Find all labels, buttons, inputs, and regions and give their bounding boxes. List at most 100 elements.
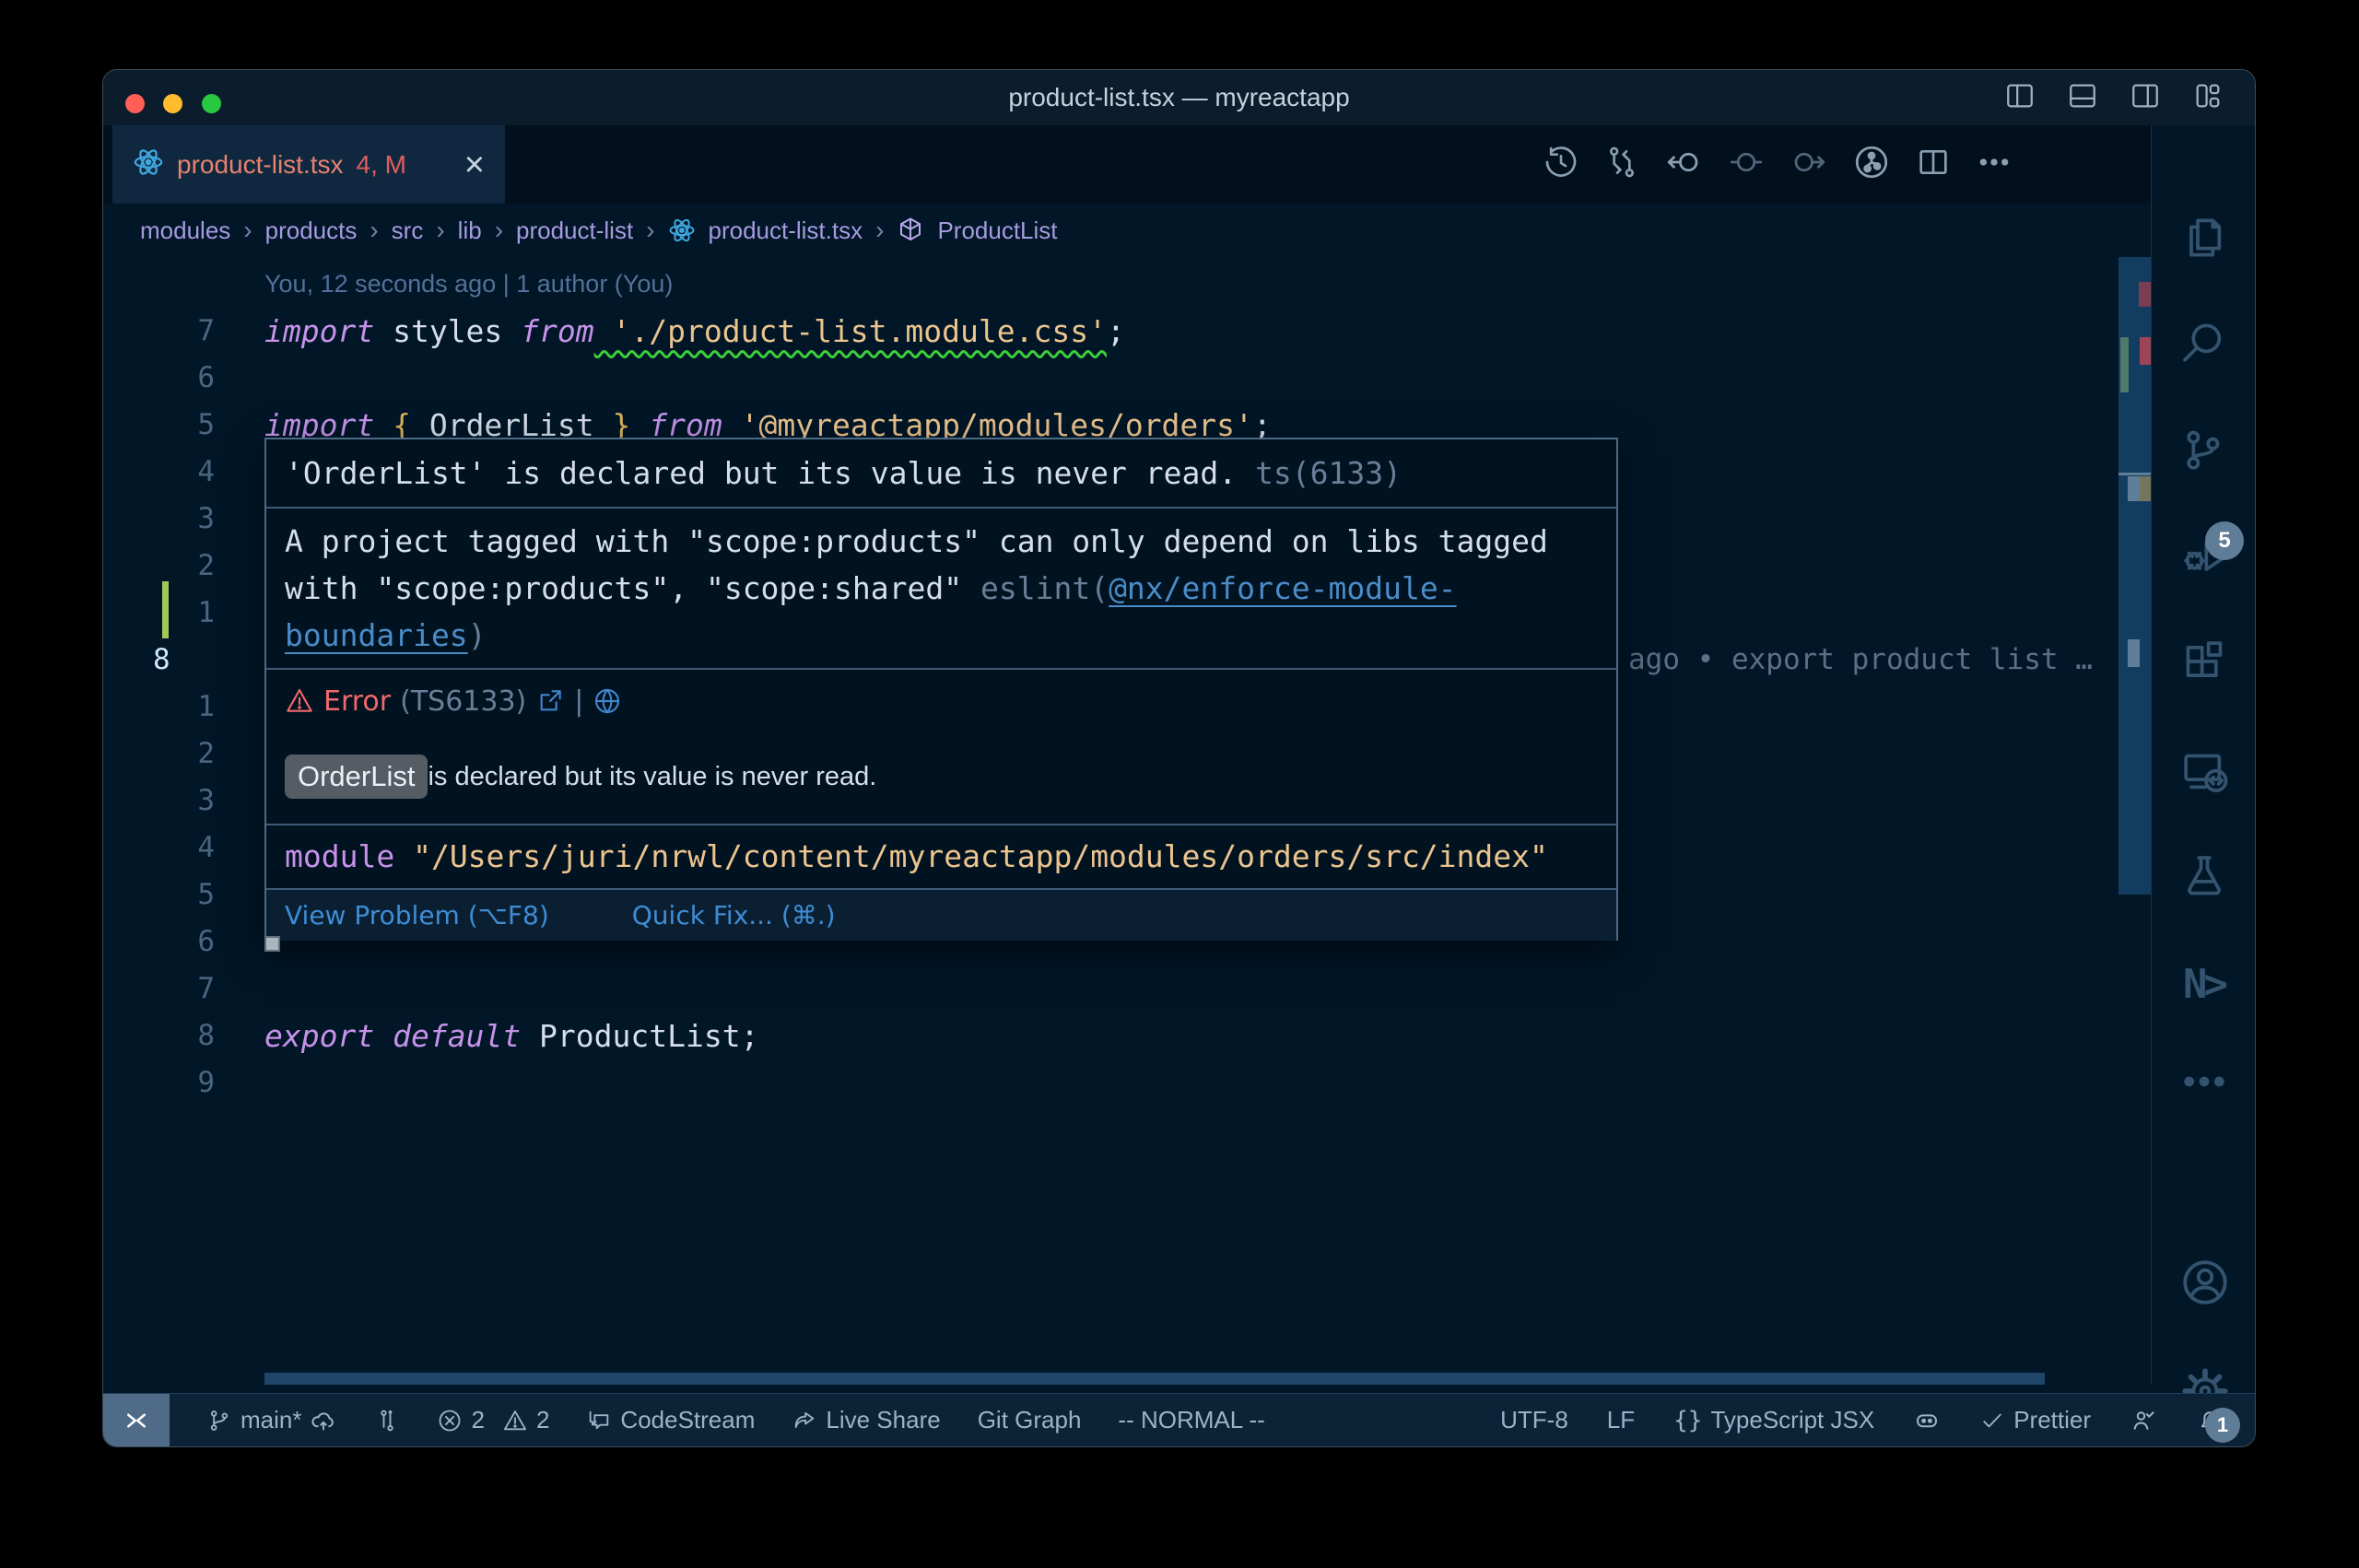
codestream-label: CodeStream xyxy=(620,1406,755,1434)
tab-close-icon[interactable]: × xyxy=(464,147,485,182)
codestream-item[interactable]: CodeStream xyxy=(586,1406,755,1434)
problems-indicator[interactable]: 2 2 xyxy=(437,1406,549,1434)
toggle-secondary-sidebar-icon[interactable] xyxy=(2130,80,2161,116)
toggle-primary-sidebar-icon[interactable] xyxy=(2004,80,2036,116)
feedback-item[interactable] xyxy=(2130,1407,2157,1434)
chevron-right-icon: › xyxy=(495,216,503,245)
open-external-icon[interactable] xyxy=(535,686,565,716)
line-number: 1 xyxy=(103,590,215,637)
remote-indicator[interactable] xyxy=(103,1394,170,1446)
eslint-diagnostic-row: A project tagged with "scope:products" c… xyxy=(266,507,1616,668)
navigate-back-icon[interactable] xyxy=(1664,143,1703,186)
line-number: 5 xyxy=(103,402,215,449)
separator: | xyxy=(574,685,583,718)
breadcrumb-item[interactable]: src xyxy=(392,216,424,245)
extensions-icon[interactable] xyxy=(2178,636,2230,687)
line-number: 9 xyxy=(103,1059,215,1106)
line-number: 4 xyxy=(103,825,215,872)
prettier-indicator[interactable]: Prettier xyxy=(1979,1406,2091,1434)
check-icon xyxy=(1979,1408,2005,1433)
line-number: 2 xyxy=(103,731,215,778)
git-graph-circle-icon[interactable] xyxy=(1852,143,1891,186)
semicolon: ; xyxy=(1107,313,1125,349)
remote-explorer-icon[interactable] xyxy=(2178,746,2230,798)
popup-resize-handle[interactable] xyxy=(264,936,280,952)
error-description: is declared but its value is never read. xyxy=(428,762,876,792)
chevron-right-icon: › xyxy=(646,216,654,245)
language-indicator[interactable]: {} TypeScript JSX xyxy=(1673,1406,1874,1434)
search-icon[interactable] xyxy=(2178,317,2230,369)
compare-changes-icon[interactable] xyxy=(1603,144,1640,185)
copilot-indicator[interactable] xyxy=(1913,1407,1941,1434)
testing-beaker-icon[interactable] xyxy=(2178,850,2230,902)
pipeline-indicator[interactable] xyxy=(374,1408,400,1433)
line-number: 1 xyxy=(103,684,215,731)
error-detail-section: Error (TS6133) | OrderList is declared b… xyxy=(266,668,1616,824)
branch-name: main* xyxy=(241,1406,301,1434)
braces-icon: {} xyxy=(1673,1407,1702,1434)
tab-bar: product-list.tsx 4, M × xyxy=(103,125,2151,204)
vertical-scrollbar[interactable] xyxy=(2118,257,2151,1373)
nx-console-icon[interactable]: N> xyxy=(2178,959,2230,1011)
source-control-icon[interactable] xyxy=(2178,427,2230,478)
activity-bar: 5 N> 1 xyxy=(2151,125,2256,1385)
error-label: Error xyxy=(323,685,391,718)
overview-warning-mark xyxy=(2140,476,2151,501)
eslint-rule-link[interactable]: @nx/enforce-module- xyxy=(1109,570,1457,606)
ts-diagnostic-message: 'OrderList' is declared but its value is… xyxy=(285,455,1237,491)
line-number: 7 xyxy=(103,308,215,355)
git-graph-item[interactable]: Git Graph xyxy=(978,1406,1082,1434)
eol-indicator[interactable]: LF xyxy=(1607,1406,1635,1434)
breadcrumb-item[interactable]: modules xyxy=(140,216,230,245)
chevron-right-icon: › xyxy=(370,216,378,245)
problem-hover-popup: 'OrderList' is declared but its value is… xyxy=(264,438,1618,941)
eslint-rule-link[interactable]: boundaries xyxy=(285,617,468,653)
tab-product-list[interactable]: product-list.tsx 4, M × xyxy=(112,125,505,204)
language-label: TypeScript JSX xyxy=(1710,1406,1874,1434)
view-problem-link[interactable]: View Problem (⌥F8) xyxy=(285,900,549,930)
breadcrumb-item[interactable]: product-list.tsx xyxy=(709,216,863,245)
code-line-export: export default ProductList; xyxy=(264,1012,758,1059)
breadcrumb-item[interactable]: products xyxy=(265,216,358,245)
vim-mode-indicator: -- NORMAL -- xyxy=(1118,1406,1264,1434)
explorer-icon[interactable] xyxy=(2178,212,2230,263)
source-control-badge: 5 xyxy=(2205,521,2244,560)
identifier-styles: styles xyxy=(374,313,521,349)
horizontal-scrollbar[interactable] xyxy=(264,1373,2045,1385)
tab-problems-badge: 4, M xyxy=(357,150,406,180)
quick-fix-link[interactable]: Quick Fix... (⌘.) xyxy=(632,900,836,930)
line-number: 4 xyxy=(103,449,215,496)
line-number: 6 xyxy=(103,919,215,965)
line-number: 8 xyxy=(103,1012,215,1059)
current-line-number: 8 xyxy=(153,637,170,684)
react-file-icon xyxy=(668,216,696,244)
vscode-window: product-list.tsx — myreactapp product-li… xyxy=(102,69,2256,1447)
line-number: 5 xyxy=(103,872,215,919)
toggle-panel-icon[interactable] xyxy=(2067,80,2098,116)
timeline-history-icon[interactable] xyxy=(1543,144,1579,185)
live-share-item[interactable]: Live Share xyxy=(792,1406,940,1434)
split-editor-icon[interactable] xyxy=(1915,144,1952,185)
git-graph-label: Git Graph xyxy=(978,1406,1082,1434)
breadcrumb-item[interactable]: ProductList xyxy=(937,216,1057,245)
error-code: (TS6133) xyxy=(400,685,526,718)
more-views-icon[interactable] xyxy=(2178,1056,2230,1107)
encoding-indicator[interactable]: UTF-8 xyxy=(1500,1406,1568,1434)
string-css-path: './product-list.module.css' xyxy=(594,313,1107,349)
more-actions-icon[interactable] xyxy=(1976,144,2013,185)
git-branch-icon xyxy=(206,1408,232,1433)
overview-error-mark xyxy=(2140,337,2151,365)
git-blame-annotation[interactable]: You, 12 seconds ago | 1 author (You) xyxy=(264,261,673,308)
account-icon[interactable] xyxy=(2178,1256,2230,1307)
customize-layout-icon[interactable] xyxy=(2192,80,2224,116)
branch-indicator[interactable]: main* xyxy=(206,1406,337,1434)
share-icon xyxy=(792,1408,817,1433)
overview-cursor-mark xyxy=(2128,639,2140,667)
symbol-badge: OrderList xyxy=(285,755,428,799)
breadcrumb-item[interactable]: product-list xyxy=(516,216,633,245)
navigate-forward-icon[interactable] xyxy=(1790,143,1828,186)
breadcrumb-item[interactable]: lib xyxy=(458,216,482,245)
react-file-icon xyxy=(133,146,164,182)
navigate-circle-icon[interactable] xyxy=(1727,143,1766,186)
globe-icon[interactable] xyxy=(593,686,622,716)
